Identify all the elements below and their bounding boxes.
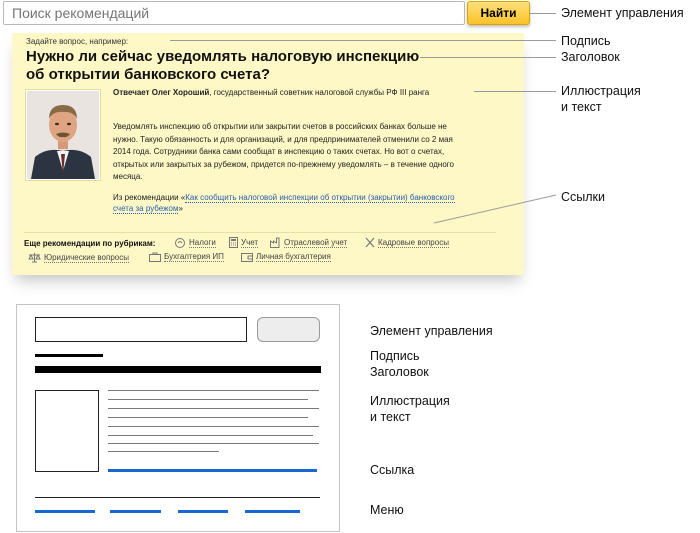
wireframe-input bbox=[35, 317, 247, 342]
note-control: Элемент управления bbox=[561, 6, 684, 20]
rubric-label: Кадровые вопросы bbox=[378, 237, 449, 248]
rubric-label: Учет bbox=[241, 237, 259, 248]
source-suffix: » bbox=[178, 204, 183, 213]
wireframe-image bbox=[35, 390, 99, 472]
wireframe-menu-divider bbox=[35, 497, 320, 498]
rubric-label: Налоги bbox=[189, 237, 216, 248]
rubric-accounting[interactable]: Учет bbox=[229, 237, 259, 248]
expert-role: , государственный советник налоговой слу… bbox=[209, 88, 430, 97]
expert-attribution: Отвечает Олег Хороший, государственный с… bbox=[113, 87, 463, 99]
scales-icon bbox=[28, 253, 41, 263]
coins-icon bbox=[175, 238, 185, 248]
note-wf-title: Заголовок bbox=[370, 365, 429, 379]
note-illustration: Иллюстрация bbox=[561, 84, 641, 98]
search-button[interactable]: Найти bbox=[467, 1, 530, 25]
calculator-icon bbox=[229, 237, 238, 248]
rubric-hr[interactable]: Кадровые вопросы bbox=[365, 237, 449, 248]
leader-links bbox=[433, 194, 557, 224]
wireframe-menu-item bbox=[110, 510, 161, 513]
wireframe-text-line bbox=[108, 451, 219, 452]
wireframe-title bbox=[35, 366, 321, 373]
wireframe-link bbox=[108, 469, 317, 472]
rubrics-label: Еще рекомендации по рубрикам: bbox=[24, 239, 156, 248]
note-wf-caption: Подпись bbox=[370, 349, 420, 363]
rubric-taxes[interactable]: Налоги bbox=[174, 237, 216, 248]
factory-icon bbox=[270, 237, 280, 248]
rubric-personal[interactable]: Личная бухгалтерия bbox=[241, 252, 331, 262]
briefcase-icon bbox=[149, 252, 161, 262]
expert-name: Олег Хороший bbox=[151, 88, 210, 97]
wireframe-text-line bbox=[108, 443, 319, 444]
source-reference: Из рекомендации «Как сообщить налоговой … bbox=[113, 192, 463, 214]
answer-text: Уведомлять инспекцию об открытии или зак… bbox=[113, 122, 454, 181]
wireframe-text-line bbox=[108, 435, 313, 436]
note-links: Ссылки bbox=[561, 190, 606, 204]
wireframe-text-line bbox=[108, 399, 308, 400]
wireframe-button bbox=[257, 317, 320, 342]
search-input[interactable] bbox=[3, 1, 465, 25]
wireframe-text-line bbox=[108, 417, 308, 418]
wireframe-menu-item bbox=[245, 510, 300, 513]
rubric-label: Юридические вопросы bbox=[44, 252, 129, 263]
note-caption: Подпись bbox=[561, 34, 611, 48]
wireframe-caption bbox=[35, 354, 103, 357]
portrait-image bbox=[27, 91, 99, 179]
question-headline[interactable]: Нужно ли сейчас уведомлять налоговую инс… bbox=[26, 48, 426, 84]
rubrics-divider bbox=[24, 232, 496, 233]
note-illustration-text: и текст bbox=[561, 100, 602, 114]
note-wf-link: Ссылка bbox=[370, 463, 415, 477]
wireframe-text-line bbox=[108, 390, 319, 391]
wallet-icon bbox=[241, 253, 253, 262]
note-title: Заголовок bbox=[561, 50, 620, 64]
answer-prefix: Отвечает bbox=[113, 88, 150, 97]
rubric-label: Отраслевой учет bbox=[284, 237, 348, 248]
source-prefix: Из рекомендации « bbox=[113, 193, 186, 202]
rubric-legal[interactable]: Юридические вопросы bbox=[28, 252, 129, 263]
note-wf-illustration-text: и текст bbox=[370, 410, 411, 424]
leader-control bbox=[530, 13, 556, 14]
leader-caption bbox=[170, 40, 556, 41]
rubric-industry[interactable]: Отраслевой учет bbox=[270, 237, 348, 248]
wireframe-text-line bbox=[108, 426, 319, 427]
tools-icon bbox=[365, 237, 375, 248]
note-wf-menu: Меню bbox=[370, 503, 404, 517]
rubric-label: Бухгалтерия ИП bbox=[164, 252, 224, 262]
rubric-label: Личная бухгалтерия bbox=[256, 252, 331, 262]
hint-caption: Задайте вопрос, например: bbox=[26, 37, 129, 46]
note-wf-illustration: Иллюстрация bbox=[370, 394, 450, 408]
wireframe-text-line bbox=[108, 408, 319, 409]
leader-illustration bbox=[474, 91, 556, 92]
wireframe-menu-item bbox=[35, 510, 95, 513]
note-wf-control: Элемент управления bbox=[370, 324, 493, 338]
leader-title bbox=[420, 57, 556, 58]
rubric-entrepreneur[interactable]: Бухгалтерия ИП bbox=[149, 252, 224, 262]
wireframe-menu-item bbox=[178, 510, 228, 513]
expert-photo bbox=[25, 89, 101, 181]
